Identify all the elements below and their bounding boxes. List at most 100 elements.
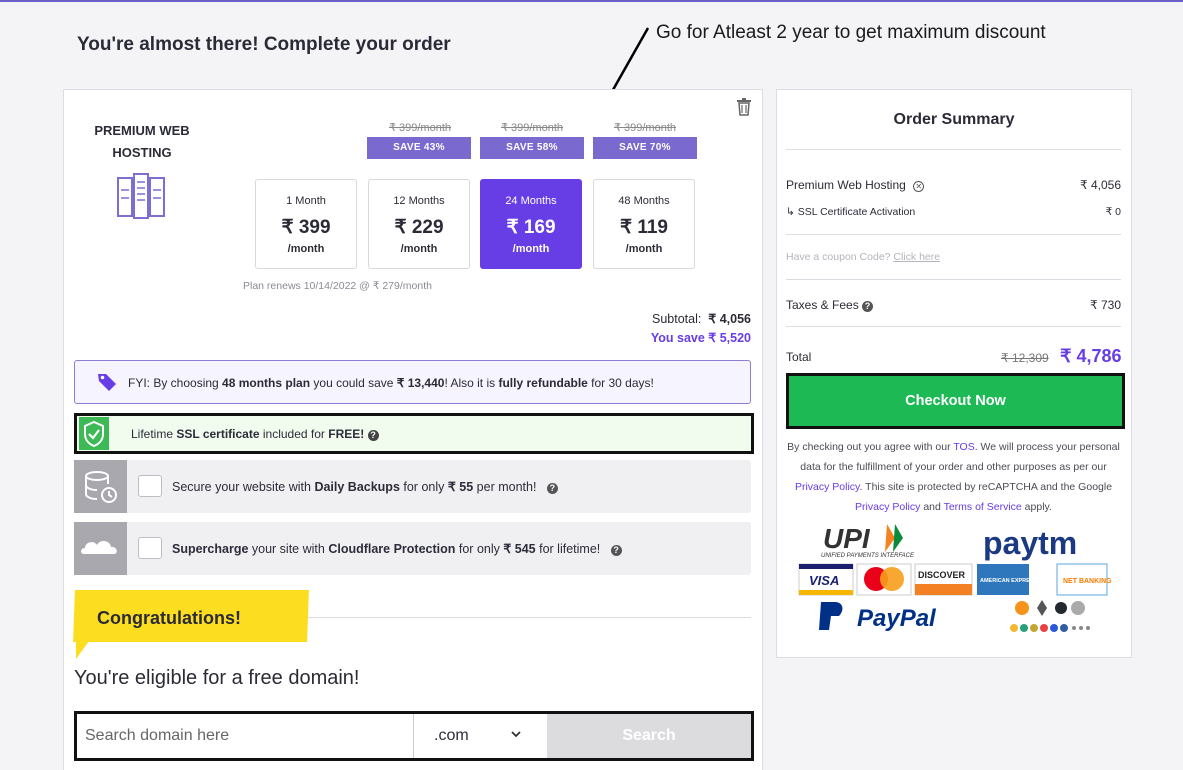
help-icon[interactable]: ? [862,301,874,312]
top-accent-line [0,0,1183,2]
addon-mid: for only [399,480,448,494]
plan-price: ₹ 399 [281,217,331,238]
subtotal-value: ₹ 4,056 [708,312,751,326]
order-summary-title: Order Summary [893,111,1015,128]
help-icon[interactable]: ? [610,545,622,556]
plan-period: /month [287,243,325,255]
help-icon[interactable]: ? [367,430,379,441]
addon-cloudflare: Supercharge your site with Cloudflare Pr… [74,522,751,575]
fyi-prefix: FYI: By choosing [128,376,223,390]
coupon-prompt: Have a coupon Code? Click here [786,251,940,263]
net-banking-text: NET BANKING [1063,578,1112,585]
plan-card-12-months[interactable]: 12 Months ₹ 229 /month [368,179,470,269]
plan-duration: 1 Month [286,195,326,207]
cloud-icon [74,522,127,575]
paypal-text: PayPal [857,605,937,632]
google-privacy-link[interactable]: Privacy Policy [855,501,920,513]
plan-price: ₹ 229 [394,217,444,238]
total-label: Total [786,350,812,364]
summary-taxes-label: Taxes & Fees [786,298,859,312]
legal-part: apply. [1021,501,1052,513]
fyi-banner: FYI: By choosing 48 months plan you coul… [74,360,751,404]
upi-logo: UPI UNIFIED PAYMENTS INTERFACE [821,523,915,559]
congrats-text: Congratulations! [97,608,241,628]
legal-text: By checking out you agree with our TOS . … [786,437,1121,517]
domain-search-input[interactable] [77,714,413,758]
page-title: You're almost there! Complete your order [77,34,451,55]
plan-period: /month [512,243,550,255]
summary-taxes-value: ₹ 730 [1090,298,1121,312]
plan-old-price: ₹ 399/month [388,122,452,134]
shield-check-icon [79,417,109,450]
total-price: ₹ 4,786 [1060,346,1122,366]
divider [786,279,1121,280]
addon-mid: for only [455,542,504,556]
subtotal: Subtotal: ₹ 4,056 [652,311,751,326]
server-icon [117,173,165,219]
addon-text: Supercharge your site with Cloudflare Pr… [172,541,622,556]
tld-select[interactable]: .com [413,714,532,758]
fyi-amount: ₹ 13,440 [396,376,445,390]
save-badge: SAVE 70% [593,137,697,159]
discover-logo: DISCOVER [914,563,973,596]
congrats-banner-tail [76,637,92,659]
plan-card-48-months[interactable]: 48 Months ₹ 119 /month [593,179,695,269]
addon-text: Secure your website with Daily Backups f… [172,479,558,494]
remove-icon[interactable]: ✕ [913,181,925,192]
plan-duration: 48 Months [618,195,670,207]
plan-card-1-month[interactable]: 1 Month ₹ 399 /month [255,179,357,269]
net-banking-logo: NET BANKING [1056,563,1112,596]
plan-period: /month [625,243,663,255]
addon-suffix: for lifetime! [535,542,601,556]
checkout-button-frame: Checkout Now [786,373,1125,429]
plan-card-24-months[interactable]: 24 Months ₹ 169 /month [480,179,582,269]
subtotal-label: Subtotal: [651,312,702,326]
amex-logo: AMERICAN EXPRESS [977,564,1037,595]
checkout-button[interactable]: Checkout Now [789,376,1122,426]
summary-hosting-label: Premium Web Hosting [786,178,906,192]
upi-sub-text: UNIFIED PAYMENTS INTERFACE [821,553,915,559]
domain-search: .com Search [74,711,754,761]
payment-methods: UPI UNIFIED PAYMENTS INTERFACE paytm VIS… [798,523,1112,632]
total-old-price: ₹ 12,309 [1001,351,1049,365]
cloudflare-checkbox[interactable] [138,537,162,559]
privacy-policy-link[interactable]: Privacy Policy [795,481,860,493]
fyi-refund: fully refundable [498,376,588,390]
save-badge: SAVE 43% [367,137,471,159]
visa-text: VISA [809,573,839,588]
tos-link[interactable]: TOS [953,441,974,453]
mastercard-logo [856,563,912,596]
plan-old-price: ₹ 399/month [500,122,564,134]
product-name: PREMIUM WEB HOSTING [94,123,190,160]
backup-icon [74,460,127,513]
fyi-plan: 48 months plan [222,376,311,390]
summary-hosting-row: Premium Web Hosting ✕ ₹ 4,056 [786,178,1121,192]
domain-search-button[interactable]: Search [547,714,751,758]
terms-of-service-link[interactable]: Terms of Service [944,501,1022,513]
addon-prefix: Secure your website with [172,480,315,494]
plan-price: ₹ 169 [506,217,556,238]
chevron-down-icon [511,731,521,738]
summary-hosting-value: ₹ 4,056 [1080,178,1121,192]
addon-suffix: per month! [473,480,537,494]
summary-ssl-label: ↳ SSL Certificate Activation [786,206,916,218]
summary-ssl-value: ₹ 0 [1105,206,1121,218]
plan-old-price: ₹ 399/month [613,122,677,134]
summary-taxes-row: Taxes & Fees ? ₹ 730 [786,298,1121,312]
crypto-icons [1010,600,1090,632]
plan-duration: 24 Months [505,195,557,207]
coupon-text: Have a coupon Code? [786,251,894,263]
legal-part: By checking out you agree with our [787,441,954,453]
fyi-suffix: for 30 days! [587,376,654,390]
addon-bold: Daily Backups [314,480,400,494]
help-icon[interactable]: ? [546,483,558,494]
tag-icon [98,374,116,391]
amex-text: AMERICAN EXPRESS [980,578,1037,584]
daily-backups-checkbox[interactable] [138,475,162,497]
trash-icon[interactable] [736,98,752,116]
paytm-text: paytm [983,525,1077,561]
summary-ssl-row: ↳ SSL Certificate Activation ₹ 0 [786,206,1121,218]
ssl-prefix: Lifetime [131,427,177,441]
coupon-link[interactable]: Click here [893,251,940,263]
legal-part: . This site is protected by reCAPTCHA an… [859,481,1113,493]
